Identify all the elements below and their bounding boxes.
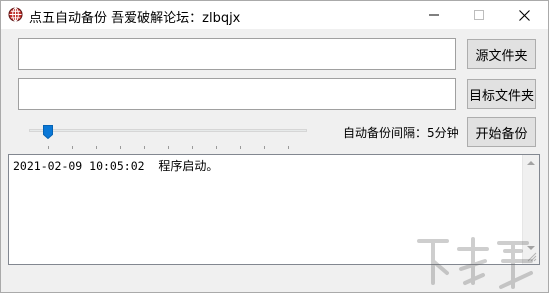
- log-timestamp: 2021-02-09 10:05:02: [13, 159, 145, 173]
- slider-tick: [192, 146, 193, 149]
- interval-slider-track[interactable]: [29, 129, 307, 132]
- slider-tick: [96, 146, 97, 149]
- slider-tick: [264, 146, 265, 149]
- minimize-button[interactable]: [411, 1, 457, 29]
- window-title: 点五自动备份 吾爱破解论坛：zlbqjx: [29, 11, 241, 26]
- watermark-logo: [417, 237, 533, 289]
- log-entry: 2021-02-09 10:05:02 程序启动。: [13, 157, 218, 174]
- slider-tick: [48, 146, 49, 149]
- maximize-icon: [474, 10, 484, 20]
- slider-tick: [72, 146, 73, 149]
- title-bar[interactable]: 点五自动备份 吾爱破解论坛：zlbqjx: [1, 1, 548, 29]
- globe-icon: [8, 7, 23, 22]
- slider-tick: [216, 146, 217, 149]
- slider-tick: [168, 146, 169, 149]
- target-folder-button[interactable]: 目标文件夹: [467, 79, 536, 109]
- scroll-up-icon[interactable]: [527, 161, 535, 165]
- slider-tick: [120, 146, 121, 149]
- interval-label: 自动备份间隔：5分钟: [343, 126, 459, 140]
- close-icon: [518, 9, 530, 21]
- target-folder-input[interactable]: [18, 78, 456, 110]
- start-backup-button[interactable]: 开始备份: [467, 117, 536, 147]
- source-folder-button[interactable]: 源文件夹: [467, 39, 536, 69]
- maximize-button[interactable]: [456, 1, 502, 29]
- minimize-icon: [429, 14, 439, 16]
- slider-tick: [144, 146, 145, 149]
- source-folder-input[interactable]: [18, 38, 456, 70]
- slider-tick: [288, 146, 289, 149]
- slider-tick: [240, 146, 241, 149]
- interval-slider-thumb[interactable]: [43, 125, 53, 139]
- log-message: 程序启动。: [158, 159, 219, 173]
- app-window: 点五自动备份 吾爱破解论坛：zlbqjx 源文件夹 目标文件夹 自动备份间隔：5…: [0, 0, 549, 293]
- close-button[interactable]: [501, 1, 547, 29]
